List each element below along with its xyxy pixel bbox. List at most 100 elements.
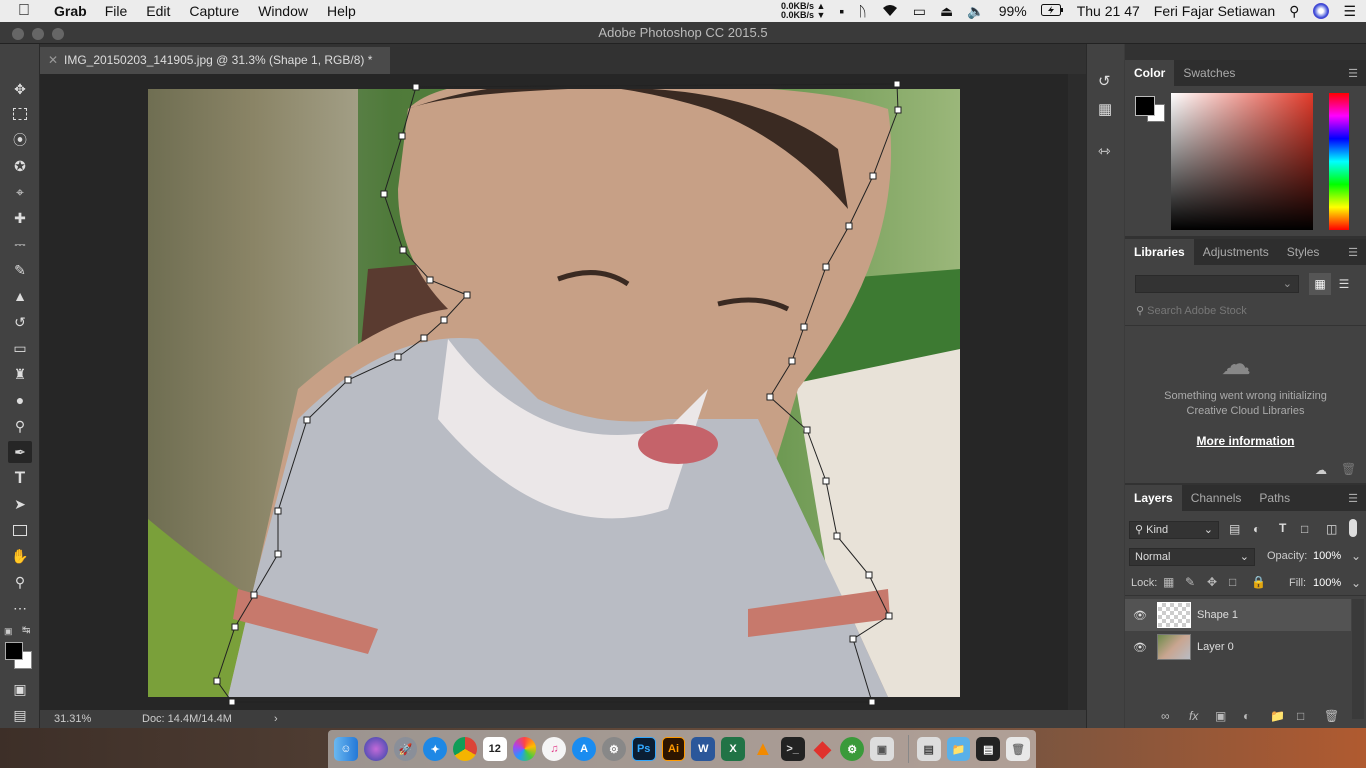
- color-panel-menu-icon[interactable]: ☰: [1348, 67, 1358, 80]
- fill-value[interactable]: 100%: [1313, 577, 1341, 589]
- layer-row-shape-1[interactable]: 👁 Shape 1: [1125, 599, 1351, 631]
- layer-fx-icon[interactable]: fx: [1189, 709, 1198, 723]
- itunes-icon[interactable]: ♫: [542, 737, 567, 761]
- network-speed[interactable]: 0.0KB/s ▲ 0.0KB/s ▼: [781, 2, 825, 20]
- zoom-tool-icon[interactable]: ⚲: [8, 571, 32, 593]
- menu-help[interactable]: Help: [327, 3, 356, 19]
- new-group-icon[interactable]: 📁: [1270, 709, 1285, 723]
- more-information-link[interactable]: More information: [1125, 434, 1366, 448]
- pen-tool-icon[interactable]: ✒: [8, 441, 32, 463]
- siri-dock-icon[interactable]: [363, 737, 388, 761]
- filter-toggle[interactable]: [1349, 519, 1357, 537]
- terminal-icon[interactable]: >_: [780, 737, 805, 761]
- app-store-icon[interactable]: A: [572, 737, 597, 761]
- eraser-tool-icon[interactable]: ▭: [8, 337, 32, 359]
- canvas-area[interactable]: [40, 74, 1068, 710]
- brush-tool-icon[interactable]: ✎: [8, 259, 32, 281]
- excel-icon[interactable]: X: [721, 737, 745, 761]
- layer-filter-select[interactable]: ⚲ Kind ⌄: [1129, 521, 1219, 539]
- color-foreground-swatch[interactable]: [1135, 96, 1155, 116]
- crop-tool-icon[interactable]: ⌖: [8, 181, 32, 203]
- notification-center-icon[interactable]: ☰: [1343, 3, 1356, 20]
- filter-shape-icon[interactable]: □: [1301, 522, 1308, 536]
- layer-name[interactable]: Shape 1: [1197, 609, 1238, 621]
- quick-mask-icon[interactable]: ▣: [8, 678, 32, 700]
- filter-adjustment-icon[interactable]: ◐: [1253, 522, 1260, 536]
- swap-colors-icon[interactable]: ↹: [22, 625, 30, 636]
- dodge-tool-icon[interactable]: ⚲: [8, 415, 32, 437]
- anydesk-icon[interactable]: ◆: [811, 736, 835, 761]
- screenshot-stack-icon[interactable]: ▤: [976, 737, 1001, 761]
- delete-layer-icon[interactable]: 🗑: [1324, 709, 1339, 723]
- add-mask-icon[interactable]: ▣: [1215, 709, 1226, 723]
- menu-edit[interactable]: Edit: [146, 3, 170, 19]
- word-icon[interactable]: W: [691, 737, 716, 761]
- finder-icon[interactable]: ☺: [334, 737, 358, 761]
- layers-scrollbar[interactable]: [1352, 599, 1364, 719]
- eye-visibility-icon[interactable]: 👁: [1133, 641, 1149, 654]
- menu-file[interactable]: File: [105, 3, 128, 19]
- tab-swatches[interactable]: Swatches: [1174, 60, 1244, 86]
- wifi-icon[interactable]: [881, 3, 899, 20]
- hand-tool-icon[interactable]: ✋: [8, 545, 32, 567]
- new-layer-icon[interactable]: □: [1297, 709, 1304, 723]
- quick-selection-tool-icon[interactable]: ✪: [8, 155, 32, 177]
- blur-tool-icon[interactable]: ●: [8, 389, 32, 411]
- lock-transparency-icon[interactable]: ▦: [1163, 575, 1174, 589]
- tab-adjustments[interactable]: Adjustments: [1194, 239, 1278, 265]
- layers-panel-menu-icon[interactable]: ☰: [1348, 492, 1358, 505]
- opacity-chevron-icon[interactable]: ⌄: [1351, 549, 1361, 563]
- lock-pixels-icon[interactable]: ✎: [1185, 575, 1195, 589]
- eyedropper-tool-icon[interactable]: ✚: [8, 207, 32, 229]
- paragraph-panel-icon[interactable]: ⇿: [1098, 142, 1111, 160]
- clock[interactable]: Thu 21 47: [1077, 3, 1140, 19]
- tab-color[interactable]: Color: [1125, 60, 1175, 86]
- document-icon[interactable]: ▤: [916, 737, 941, 761]
- status-menu-arrow-icon[interactable]: ›: [274, 710, 278, 728]
- paint-bucket-tool-icon[interactable]: ♜: [8, 363, 32, 385]
- properties-panel-icon[interactable]: ▦: [1098, 100, 1112, 118]
- system-preferences-icon[interactable]: ⚙: [602, 737, 626, 761]
- clone-stamp-tool-icon[interactable]: ▲: [8, 285, 32, 307]
- apple-icon[interactable]: : [18, 2, 40, 20]
- notification-icon[interactable]: ▪: [839, 3, 844, 19]
- lasso-tool-icon[interactable]: ⦿: [8, 129, 32, 151]
- tab-paths[interactable]: Paths: [1250, 485, 1299, 511]
- chrome-icon[interactable]: [453, 737, 477, 761]
- tab-styles[interactable]: Styles: [1278, 239, 1329, 265]
- photos-icon[interactable]: [512, 737, 537, 761]
- lock-artboard-icon[interactable]: □: [1229, 575, 1236, 589]
- hue-slider[interactable]: [1329, 93, 1349, 230]
- launchpad-icon[interactable]: 🚀: [393, 737, 418, 761]
- preview-icon[interactable]: ▣: [870, 737, 894, 761]
- color-field[interactable]: [1171, 93, 1313, 230]
- filter-smart-object-icon[interactable]: ◫: [1326, 522, 1337, 536]
- libraries-panel-menu-icon[interactable]: ☰: [1348, 246, 1358, 259]
- user-name[interactable]: Feri Fajar Setiawan: [1154, 3, 1275, 19]
- siri-icon[interactable]: [1313, 3, 1330, 19]
- trash-icon[interactable]: 🗑: [1006, 737, 1030, 761]
- calendar-icon[interactable]: 12: [482, 737, 507, 761]
- cc-sync-icon[interactable]: ☁: [1315, 463, 1327, 477]
- filter-pixel-icon[interactable]: ▤: [1229, 522, 1240, 536]
- foreground-color-swatch[interactable]: [5, 642, 23, 660]
- path-selection-tool-icon[interactable]: ➤: [8, 493, 32, 515]
- spotlight-search-icon[interactable]: ⚲: [1289, 3, 1299, 20]
- illustrator-icon[interactable]: Ai: [661, 737, 686, 761]
- link-layers-icon[interactable]: ∞: [1161, 709, 1170, 723]
- bluetooth-icon[interactable]: ᚢ: [858, 3, 866, 19]
- menu-capture[interactable]: Capture: [189, 3, 239, 19]
- eye-visibility-icon[interactable]: 👁: [1133, 609, 1149, 622]
- vlc-icon[interactable]: ▲: [751, 737, 775, 761]
- move-tool-icon[interactable]: ✥: [8, 78, 32, 100]
- filter-type-icon[interactable]: T: [1279, 521, 1286, 535]
- tab-libraries[interactable]: Libraries: [1125, 239, 1194, 265]
- opacity-value[interactable]: 100%: [1313, 550, 1341, 562]
- screen-mode-icon[interactable]: ▤: [8, 704, 32, 726]
- photoshop-icon[interactable]: Ps: [631, 737, 656, 761]
- history-brush-tool-icon[interactable]: ↺: [8, 311, 32, 333]
- grid-view-icon[interactable]: ▦: [1309, 273, 1331, 295]
- shape-path-overlay[interactable]: [40, 74, 1068, 710]
- tab-layers[interactable]: Layers: [1125, 485, 1182, 511]
- healing-brush-tool-icon[interactable]: ⎓: [8, 233, 32, 255]
